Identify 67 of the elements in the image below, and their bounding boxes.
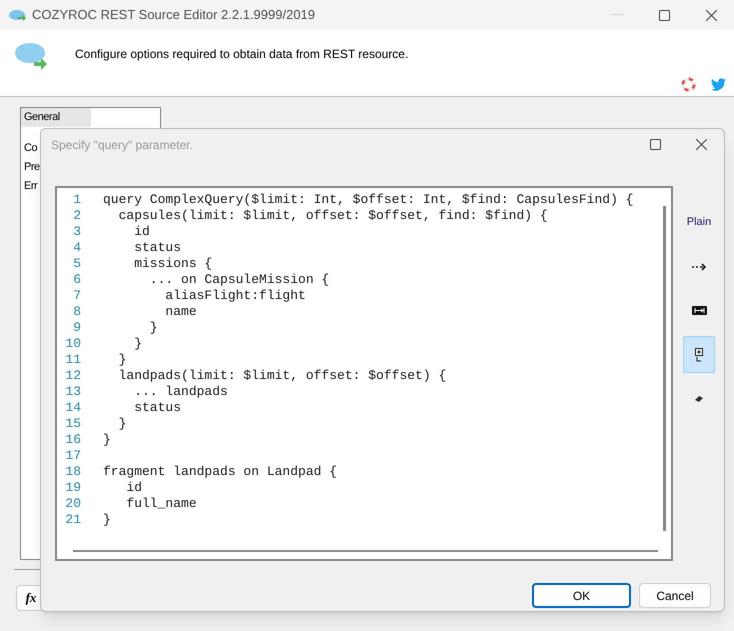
- sidebar-item[interactable]: Err: [21, 177, 40, 196]
- code-line: fragment landpads on Landpad {: [103, 463, 338, 482]
- tab-marker-icon: [692, 306, 706, 315]
- code-line: }: [118, 415, 126, 434]
- code-line: }: [148, 319, 158, 338]
- code-line: capsules(limit: $limit, offset: $offset, find: $find) {: [118, 207, 548, 226]
- line-number: 6: [72, 271, 81, 290]
- maximize-icon[interactable]: [659, 10, 670, 20]
- line-number: 17: [64, 447, 81, 466]
- line-number: 19: [64, 479, 81, 498]
- code-line: query ComplexQuery($limit: Int, $offset: Int, $find: CapsulesFind) {: [103, 191, 634, 210]
- code-line: status: [133, 399, 182, 418]
- plus-box-icon: [695, 348, 703, 362]
- code-line: landpads(limit: $limit, offset: $offset) {: [118, 367, 446, 386]
- line-number: 14: [64, 399, 81, 418]
- code-line: ... landpads: [133, 383, 228, 402]
- line-number: 21: [64, 511, 81, 530]
- line-number: 3: [72, 223, 81, 242]
- code-line: id: [125, 479, 142, 498]
- close-icon[interactable]: [696, 139, 707, 150]
- scrollbar[interactable]: [73, 550, 658, 552]
- code-line: ... on CapsuleMission {: [148, 271, 330, 290]
- cancel-button[interactable]: Cancel: [639, 583, 711, 608]
- line-number: 8: [72, 303, 81, 322]
- line-number: 13: [64, 383, 81, 402]
- line-number: 20: [64, 495, 81, 514]
- line-number: 7: [72, 287, 81, 306]
- line-number: 12: [64, 367, 81, 386]
- line-number: 9: [72, 319, 81, 338]
- close-icon[interactable]: [706, 10, 717, 20]
- sidebar-item[interactable]: Co: [21, 139, 40, 158]
- cloud-icon: [8, 8, 26, 22]
- sidebar-item[interactable]: Pre: [21, 158, 40, 177]
- line-number: 18: [64, 463, 81, 482]
- code-line: }: [118, 351, 126, 370]
- code-line: }: [103, 431, 111, 450]
- line-number: 2: [72, 207, 81, 226]
- code-line: }: [103, 511, 111, 530]
- plain-button[interactable]: Plain: [683, 204, 715, 241]
- line-number: 11: [64, 351, 81, 370]
- line-number: 15: [64, 415, 81, 434]
- code-line: }: [133, 335, 142, 354]
- code-line: id: [133, 223, 150, 242]
- maximize-icon[interactable]: [650, 139, 661, 150]
- code-line: status: [133, 239, 182, 258]
- eraser-icon: [694, 394, 704, 402]
- header-message: Configure options required to obtain data from REST resource.: [75, 46, 408, 63]
- line-number: 16: [64, 431, 81, 450]
- code-line: full_name: [125, 495, 197, 514]
- cloud-arrow-icon: [14, 40, 48, 72]
- dialog-title: Specify "query" parameter.: [51, 136, 193, 154]
- bird-icon[interactable]: [711, 78, 726, 91]
- code-line: name: [164, 303, 197, 322]
- line-number: 1: [72, 191, 81, 210]
- line-number: 5: [72, 255, 81, 274]
- code-line: missions {: [133, 255, 212, 274]
- scrollbar[interactable]: [663, 206, 666, 531]
- lifebuoy-icon[interactable]: [681, 77, 696, 92]
- ok-button[interactable]: OK: [532, 583, 631, 608]
- tool-button[interactable]: [683, 336, 715, 373]
- line-number: 4: [72, 239, 81, 258]
- dotted-arrow-icon: [692, 262, 706, 270]
- line-number: 10: [64, 335, 81, 354]
- code-editor[interactable]: [55, 186, 673, 561]
- code-line: aliasFlight:flight: [164, 287, 306, 306]
- window-title: COZYROC REST Source Editor 2.2.1.9999/2019: [32, 6, 316, 24]
- sidebar-item[interactable]: General: [21, 108, 91, 127]
